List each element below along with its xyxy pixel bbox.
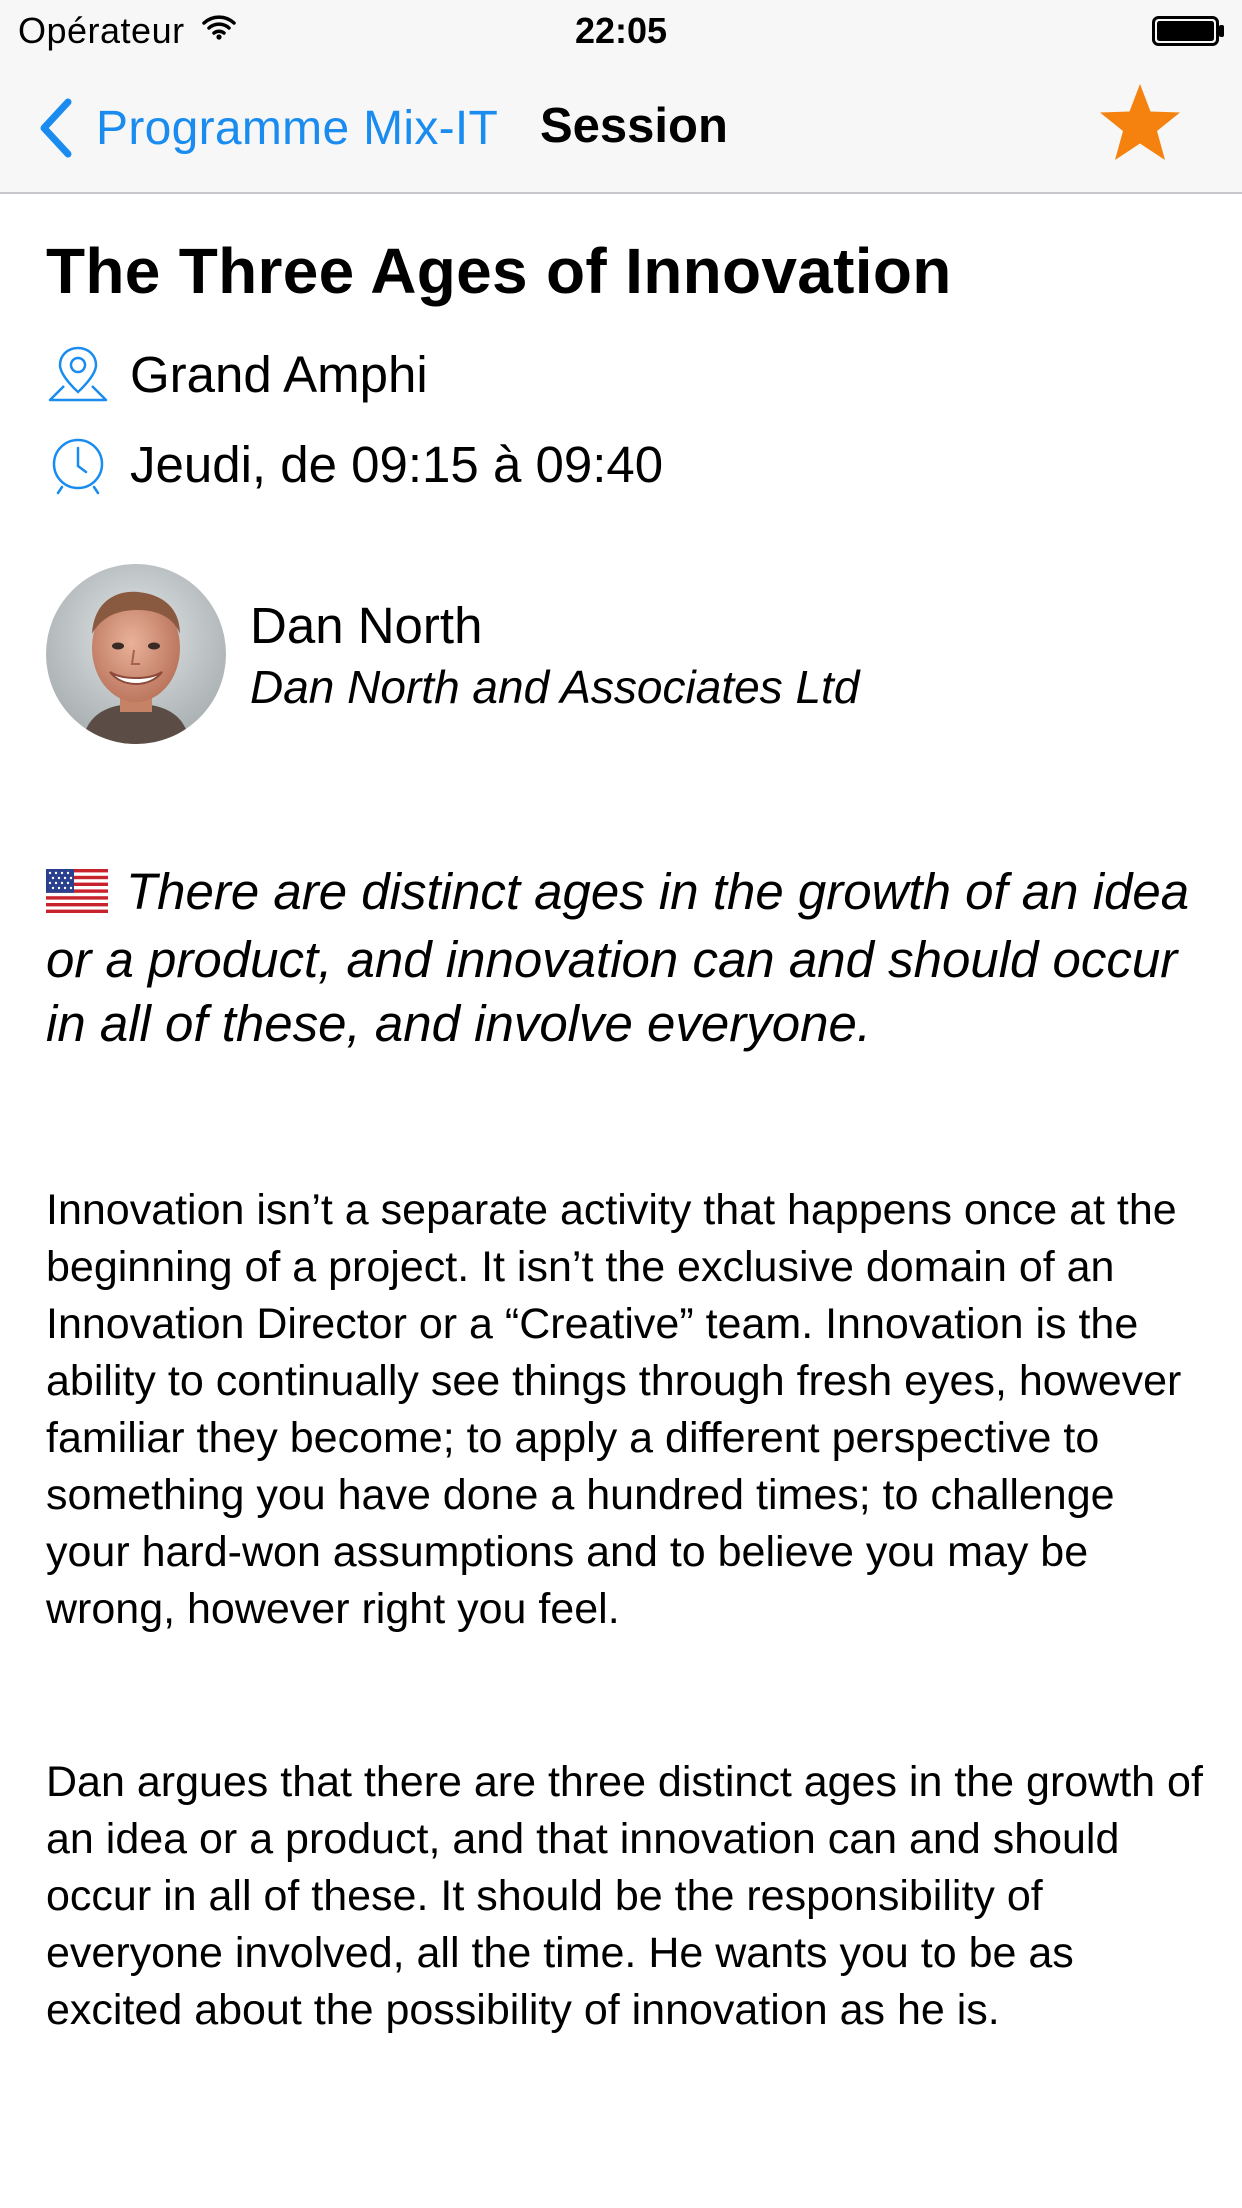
back-button[interactable]: Programme Mix-IT: [36, 96, 498, 160]
navigation-bar: Programme Mix-IT Session: [0, 60, 1242, 194]
status-bar: Opérateur 22:05: [0, 0, 1242, 60]
star-icon: [1100, 84, 1180, 160]
description-paragraph: Innovation isn’t a separate activity tha…: [46, 1186, 1182, 1633]
schedule-label: Jeudi, de 09:15 à 09:40: [130, 435, 664, 493]
status-time: 22:05: [574, 10, 668, 51]
summary-text: There are distinct ages in the growth of…: [46, 863, 1190, 1052]
chevron-left-icon: [40, 98, 72, 158]
speaker-avatar[interactable]: [46, 564, 226, 744]
back-button-label: Programme Mix-IT: [96, 101, 499, 155]
description-paragraph: Dan argues that there are three distinct…: [46, 1758, 1203, 2034]
speaker-name[interactable]: Dan North: [250, 596, 482, 655]
room-row: Grand Amphi: [46, 342, 428, 406]
clock-icon: [52, 438, 104, 495]
location-pin-icon: [48, 346, 108, 402]
speaker-company: Dan North and Associates Ltd: [250, 661, 860, 713]
battery-icon: [1152, 16, 1226, 51]
session-title: The Three Ages of Innovation: [46, 235, 952, 307]
us-flag-icon: [46, 864, 108, 928]
schedule-row: Jeudi, de 09:15 à 09:40: [46, 432, 663, 496]
room-label: Grand Amphi: [130, 345, 428, 403]
session-summary: There are distinct ages in the growth of…: [46, 860, 1206, 1056]
favorite-button[interactable]: [1096, 80, 1184, 168]
nav-title: Session: [540, 99, 728, 153]
